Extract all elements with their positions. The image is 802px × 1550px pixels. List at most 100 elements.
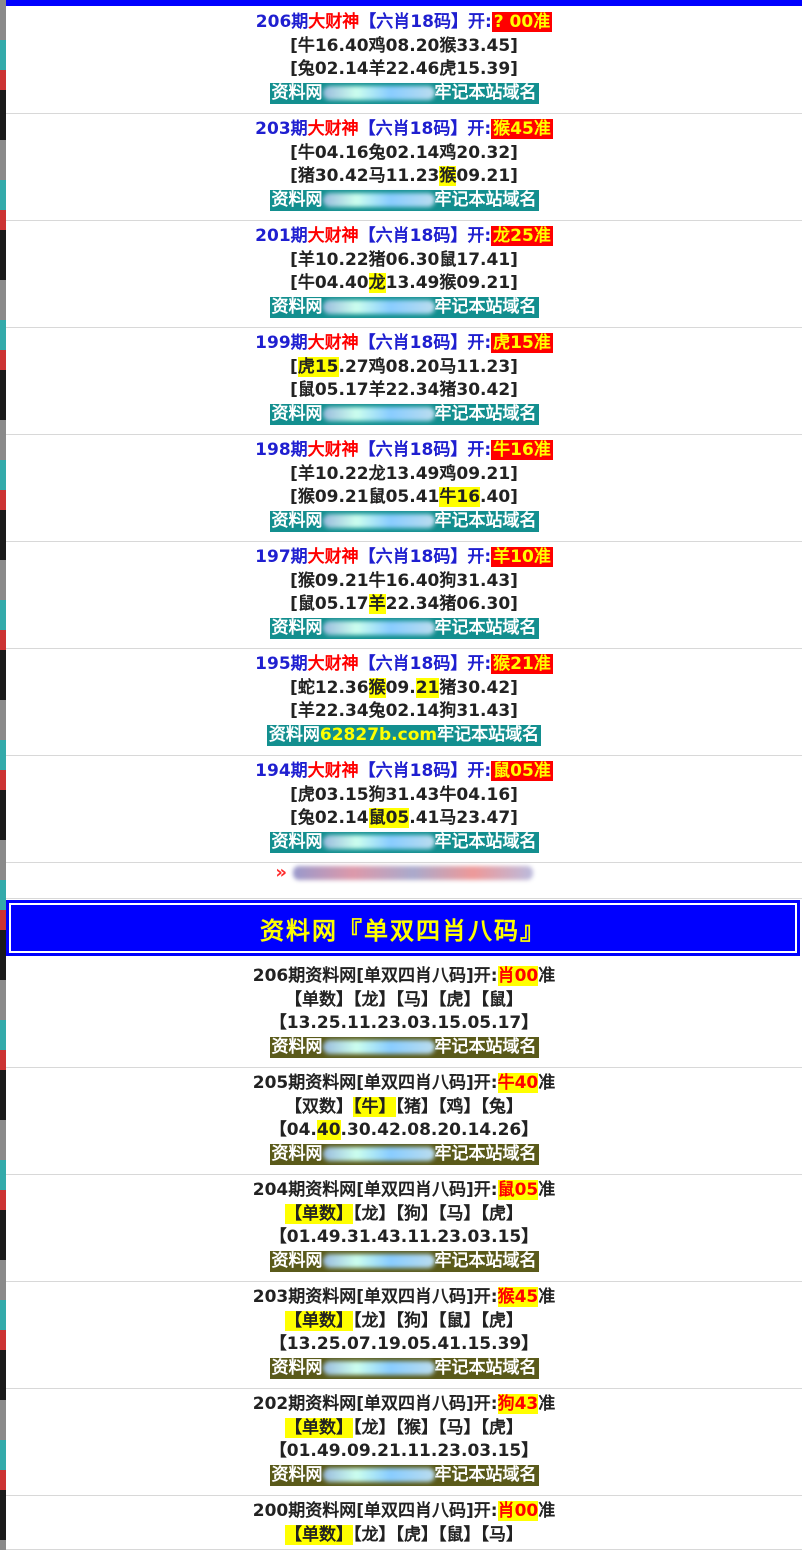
- open-label: 开:: [467, 761, 492, 781]
- caishen-entry: 203期大财神【六肖18码】开: 猴45准 [牛04.16兔02.14鸡20.32]…: [6, 115, 802, 221]
- zodiac-line-2: [鼠05.17羊22.34猪06.30]: [6, 593, 802, 617]
- zodiac-cell: 【龙】: [353, 1524, 396, 1545]
- zhun-label: 准: [538, 1180, 556, 1200]
- ad-blurred-text: [292, 865, 533, 880]
- numbers-a: 【04.: [269, 1120, 317, 1140]
- site-domain-bar: 资料网 牢记本站域名: [269, 510, 539, 532]
- zodiac-codes: [羊10.22龙13.49鸡09.21]: [290, 463, 518, 484]
- entry-title: 205期资料网[单双四肖八码]开:: [252, 1073, 498, 1093]
- numbers-line: 【01.49.09.21.11.23.03.15】: [6, 1440, 802, 1464]
- site-suffix: 牢记本站域名: [434, 1143, 537, 1164]
- zodiac-line-1: [蛇12.36猴09.21猪30.42]: [6, 677, 802, 701]
- site-suffix: 牢记本站域名: [434, 617, 537, 638]
- zodiac-codes-b: 猪30.42]: [439, 677, 518, 698]
- result-badge: 虎15准: [491, 333, 553, 353]
- site-domain-bar: 资料网 牢记本站域名: [269, 1143, 539, 1165]
- site-domain-blurred: [322, 620, 435, 635]
- section-header-odd-even: 资料网『单双四肖八码』: [6, 900, 800, 956]
- open-label: 开:: [467, 226, 492, 246]
- forecast-type: 【六肖18码】: [358, 547, 468, 567]
- site-suffix: 牢记本站域名: [434, 510, 537, 531]
- zodiac-hit-highlight: 鼠05: [368, 808, 410, 828]
- zodiac-codes-a: [蛇12.36: [290, 677, 369, 698]
- site-suffix: 牢记本站域名: [434, 1357, 537, 1378]
- zodiac-cell: 【鼠】: [480, 989, 524, 1010]
- odd-even-entry: 202期资料网[单双四肖八码]开:狗43准 【单数】【龙】【猴】【马】【虎】 【01…: [6, 1390, 802, 1496]
- zhun-label: 准: [538, 1073, 556, 1093]
- ad-banner[interactable]: »: [6, 862, 802, 899]
- zodiac-cell: 【牛】: [353, 1096, 396, 1117]
- entry-title-line: 194期大财神【六肖18码】开: 鼠05准: [6, 760, 802, 784]
- source-name: 大财神: [307, 761, 359, 781]
- zodiac-cells-line: 【单数】【龙】【马】【虎】【鼠】: [6, 989, 802, 1013]
- zodiac-codes: [猴09.21牛16.40狗31.43]: [290, 570, 518, 591]
- result-badge: 猴45准: [491, 119, 553, 139]
- zodiac-codes: [牛04.16兔02.14鸡20.32]: [290, 142, 518, 163]
- site-line: 资料网 牢记本站域名: [6, 1250, 802, 1274]
- site-domain[interactable]: 62827b.com: [320, 725, 437, 745]
- caishen-entry: 198期大财神【六肖18码】开: 牛16准 [羊10.22龙13.49鸡09.21]…: [6, 436, 802, 542]
- zhun-label: 准: [538, 966, 556, 986]
- site-line: 资料网 牢记本站域名: [6, 831, 802, 855]
- zodiac-cell: 【龙】: [353, 1417, 396, 1438]
- result-badge: 牛16准: [491, 440, 553, 460]
- number-hit-highlight: 40: [316, 1120, 341, 1140]
- result-badge: 肖00: [497, 1501, 539, 1521]
- caishen-entry: 199期大财神【六肖18码】开: 虎15准 [虎15.27鸡08.20马11.23]…: [6, 329, 802, 435]
- zodiac-hit-highlight: 猴: [439, 166, 457, 186]
- zodiac-cell: 【鸡】: [438, 1096, 481, 1117]
- site-prefix: 资料网: [268, 724, 320, 745]
- period-label: 206期: [255, 12, 309, 32]
- zodiac-codes: [牛16.40鸡08.20猴33.45]: [290, 35, 518, 56]
- numbers-line: 【01.49.31.43.11.23.03.15】: [6, 1226, 802, 1250]
- zodiac-line-1: [牛04.16兔02.14鸡20.32]: [6, 142, 802, 166]
- zodiac-cell: 【虎】: [438, 989, 481, 1010]
- entry-title-line: 206期资料网[单双四肖八码]开:肖00准: [6, 965, 802, 989]
- numbers-a: 【01.49.31.43.11.23.03.15】: [269, 1227, 539, 1247]
- forecast-type: 【六肖18码】: [358, 119, 468, 139]
- site-domain-blurred: [322, 406, 435, 421]
- zodiac-cells-line: 【单数】【龙】【虎】【鼠】【马】: [6, 1524, 802, 1548]
- zodiac-line-2: [牛04.40龙13.49猴09.21]: [6, 272, 802, 296]
- zodiac-codes-a: [兔02.14: [290, 808, 369, 828]
- zhun-label: 准: [538, 1287, 556, 1307]
- site-domain-bar: 资料网 牢记本站域名: [269, 403, 539, 425]
- zodiac-cell: 【虎】: [480, 1310, 524, 1331]
- zodiac-codes-b: 22.34猪06.30]: [385, 594, 518, 614]
- site-prefix: 资料网: [271, 1464, 323, 1485]
- site-suffix: 牢记本站域名: [434, 1036, 537, 1057]
- site-domain-blurred: [322, 299, 435, 314]
- zodiac-line-1: [牛16.40鸡08.20猴33.45]: [6, 35, 802, 59]
- entry-title-line: 201期大财神【六肖18码】开: 龙25准: [6, 225, 802, 249]
- site-domain-blurred: [322, 1360, 435, 1375]
- period-label: 197期: [255, 547, 308, 567]
- entry-title: 206期资料网[单双四肖八码]开:: [252, 966, 498, 986]
- zodiac-codes: [兔02.14羊22.46虎15.39]: [290, 59, 518, 79]
- entry-title: 203期资料网[单双四肖八码]开:: [252, 1287, 498, 1307]
- top-border: [6, 0, 802, 7]
- site-domain-blurred: [322, 192, 435, 207]
- result-badge: 牛40: [497, 1073, 539, 1093]
- entry-title-line: 205期资料网[单双四肖八码]开:牛40准: [6, 1072, 802, 1096]
- site-domain-bar: 资料网 牢记本站域名: [269, 831, 539, 853]
- zodiac-cell: 【单数】: [285, 1524, 353, 1545]
- caishen-entry: 195期大财神【六肖18码】开: 猴21准 [蛇12.36猴09.21猪30.42]…: [6, 650, 802, 756]
- zodiac-cell: 【猴】: [395, 1417, 439, 1438]
- caishen-entry: 197期大财神【六肖18码】开: 羊10准 [猴09.21牛16.40狗31.43]…: [6, 543, 802, 649]
- odd-even-entry: 205期资料网[单双四肖八码]开:牛40准 【双数】【牛】【猪】【鸡】【兔】 【04…: [6, 1069, 802, 1175]
- zodiac-line-1: [虎03.15狗31.43牛04.16]: [6, 784, 802, 808]
- zodiac-cell: 【龙】: [353, 1203, 396, 1224]
- zodiac-cell: 【狗】: [395, 1310, 439, 1331]
- zodiac-cell: 【鼠】: [438, 1524, 481, 1545]
- site-suffix: 牢记本站域名: [434, 403, 537, 424]
- source-name: 大财神: [307, 654, 359, 674]
- numbers-a: 【13.25.07.19.05.41.15.39】: [269, 1334, 539, 1354]
- zodiac-hit-highlight: 龙: [368, 273, 386, 293]
- zodiac-cells-line: 【单数】【龙】【狗】【鼠】【虎】: [6, 1310, 802, 1334]
- zodiac-cell: 【双数】: [285, 1096, 353, 1117]
- site-prefix: 资料网: [271, 189, 323, 210]
- zodiac-codes-a: [鼠05.17: [290, 594, 369, 614]
- period-label: 199期: [255, 333, 308, 353]
- zodiac-codes: [羊10.22猪06.30鼠17.41]: [290, 249, 518, 270]
- zodiac-cell: 【虎】: [480, 1417, 524, 1438]
